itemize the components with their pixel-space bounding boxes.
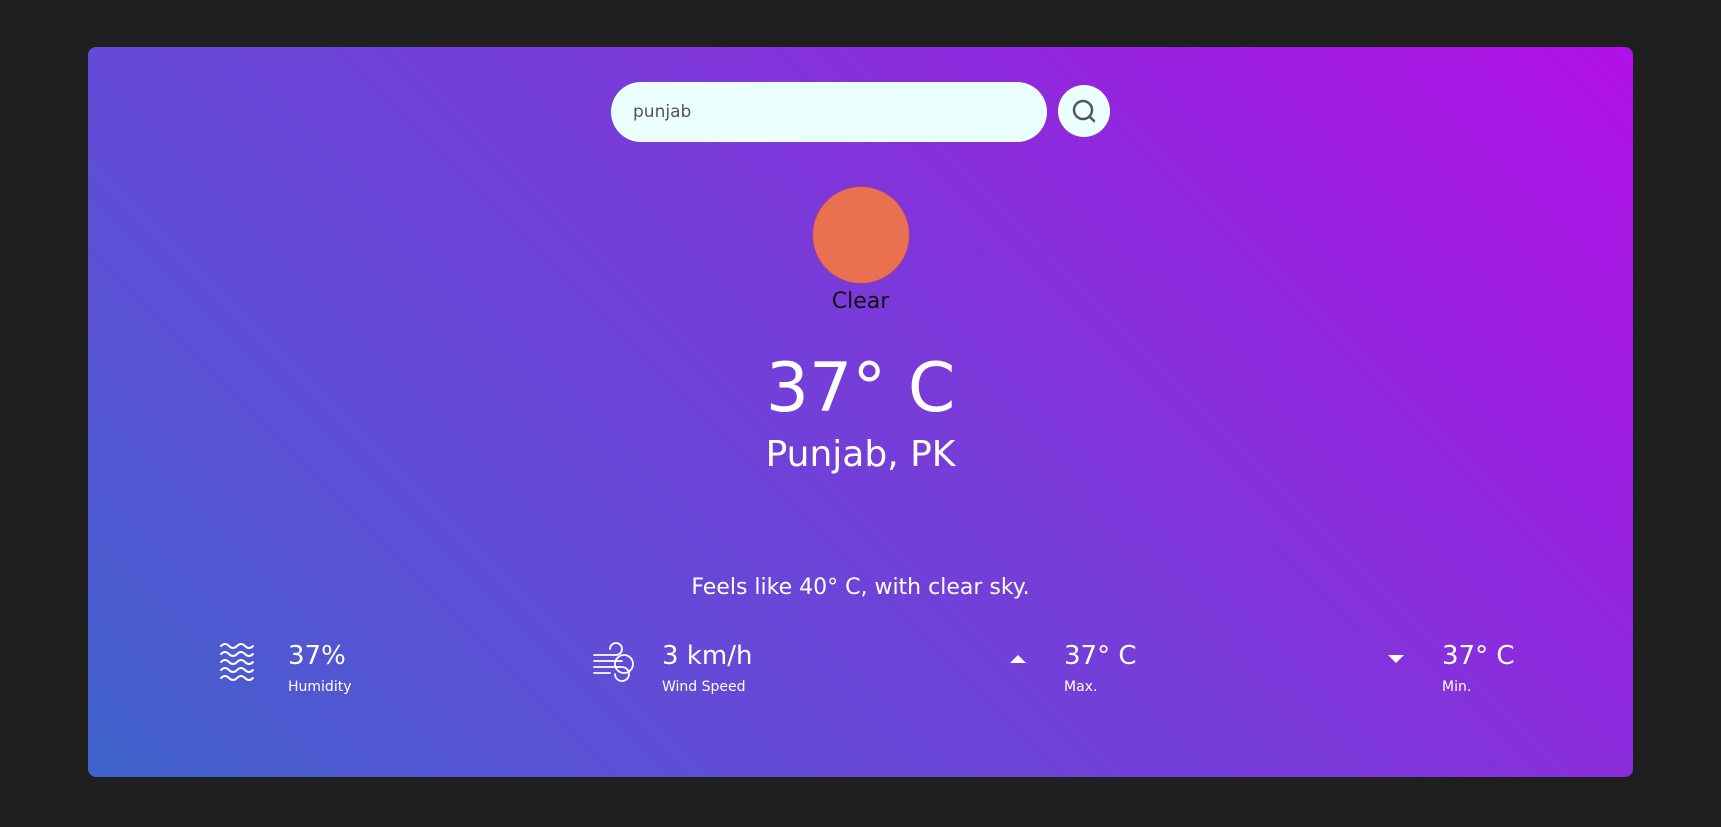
humidity-stat: 37% Humidity <box>218 641 418 711</box>
min-temp-value: 37° C <box>1442 641 1515 671</box>
weather-condition: Clear <box>831 289 890 314</box>
caret-down-icon <box>1388 655 1404 663</box>
max-temp-value: 37° C <box>1064 641 1137 671</box>
humidity-value: 37% <box>288 641 346 671</box>
feels-like-text: Feels like 40° C, with clear sky. <box>691 575 1030 600</box>
min-temp-label: Min. <box>1442 679 1472 695</box>
max-temp-stat: 37° C Max. <box>1008 641 1208 711</box>
wind-value: 3 km/h <box>662 641 753 671</box>
wind-stat: 3 km/h Wind Speed <box>592 641 812 711</box>
sun-icon <box>813 187 909 283</box>
max-temp-label: Max. <box>1064 679 1098 695</box>
water-waves-icon <box>220 643 254 681</box>
min-temp-stat: 37° C Min. <box>1386 641 1586 711</box>
wind-label: Wind Speed <box>662 679 746 695</box>
wind-icon <box>593 642 634 682</box>
search-icon <box>1072 99 1096 123</box>
weather-card: Clear 37° C Punjab, PK Feels like 40° C,… <box>88 47 1633 777</box>
current-temperature: 37° C <box>765 349 956 428</box>
caret-up-icon <box>1010 655 1026 663</box>
search-input[interactable] <box>611 82 1047 142</box>
location-name: Punjab, PK <box>765 434 956 475</box>
search-button[interactable] <box>1058 85 1110 137</box>
humidity-label: Humidity <box>288 679 352 695</box>
